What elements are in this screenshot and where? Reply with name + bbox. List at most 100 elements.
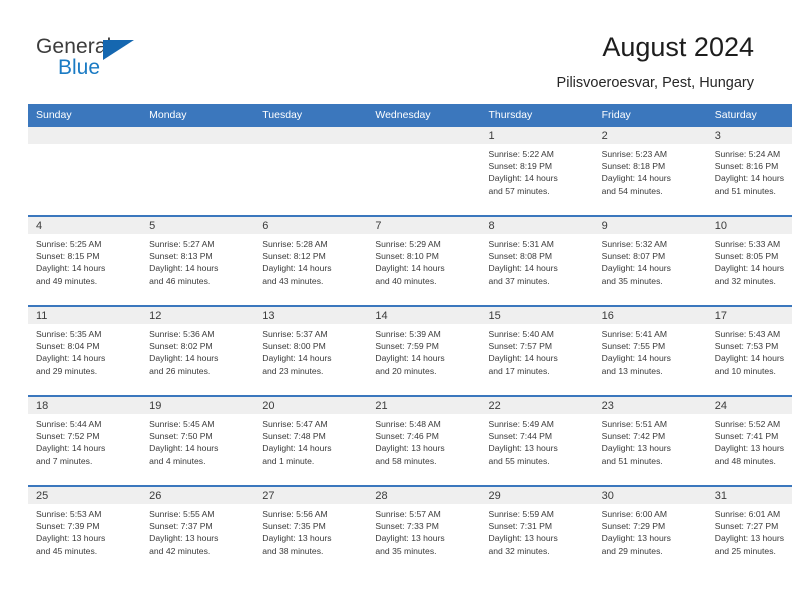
- day-detail: Sunrise: 5:44 AM Sunset: 7:52 PM Daylight:…: [28, 414, 141, 467]
- daylight-duration-line2: and 23 minutes.: [262, 365, 324, 376]
- day-detail: Sunrise: 5:33 AM Sunset: 8:05 PM Daylight:…: [707, 234, 792, 287]
- day-number: 26: [141, 487, 255, 504]
- daylight-duration-line1: Daylight: 14 hours: [714, 263, 785, 274]
- daylight-duration-line1: Daylight: 13 hours: [601, 443, 671, 454]
- calendar-day-cell[interactable]: 31 Sunrise: 6:01 AM Sunset: 7:27 PM Dayligh…: [706, 485, 792, 575]
- day-detail: Sunrise: 5:49 AM Sunset: 7:44 PM Daylight:…: [481, 414, 594, 467]
- day-detail: Sunrise: 5:31 AM Sunset: 8:08 PM Daylight:…: [481, 234, 594, 287]
- sunrise-time: Sunrise: 5:59 AM: [488, 509, 554, 519]
- sunrise-time: Sunrise: 5:40 AM: [488, 329, 554, 339]
- sunset-time: Sunset: 8:13 PM: [149, 251, 213, 262]
- day-detail: Sunrise: 5:53 AM Sunset: 7:39 PM Daylight:…: [28, 504, 141, 557]
- sunset-time: Sunset: 8:07 PM: [601, 251, 666, 262]
- daylight-duration-line1: Daylight: 13 hours: [149, 533, 219, 544]
- sunrise-time: Sunrise: 5:29 AM: [375, 239, 441, 249]
- calendar-day-cell[interactable]: 21 Sunrise: 5:48 AM Sunset: 7:46 PM Dayligh…: [367, 395, 481, 486]
- day-number: 19: [141, 397, 255, 414]
- day-detail: Sunrise: 5:29 AM Sunset: 8:10 PM Daylight:…: [367, 234, 480, 287]
- calendar-day-cell[interactable]: 1 Sunrise: 5:22 AM Sunset: 8:19 PM Daylight…: [480, 127, 594, 216]
- calendar-day-cell[interactable]: 29 Sunrise: 5:59 AM Sunset: 7:31 PM Dayligh…: [480, 485, 594, 575]
- calendar-day-cell[interactable]: 2 Sunrise: 5:23 AM Sunset: 8:18 PM Daylight…: [593, 127, 707, 216]
- calendar-day-cell[interactable]: 14 Sunrise: 5:39 AM Sunset: 7:59 PM Dayligh…: [367, 305, 481, 396]
- calendar-day-cell[interactable]: 11 Sunrise: 5:35 AM Sunset: 8:04 PM Dayligh…: [28, 305, 142, 396]
- daylight-duration-line2: and 49 minutes.: [36, 275, 98, 286]
- daylight-duration-line2: and 25 minutes.: [714, 545, 776, 556]
- calendar-day-cell[interactable]: 8 Sunrise: 5:31 AM Sunset: 8:08 PM Daylight…: [480, 215, 594, 306]
- sunset-time: Sunset: 7:57 PM: [488, 341, 553, 352]
- sunrise-time: Sunrise: 5:52 AM: [714, 419, 781, 429]
- calendar-day-cell[interactable]: 25 Sunrise: 5:53 AM Sunset: 7:39 PM Dayligh…: [28, 485, 142, 575]
- sunrise-time: Sunrise: 5:49 AM: [488, 419, 554, 429]
- day-detail: Sunrise: 5:59 AM Sunset: 7:31 PM Daylight:…: [481, 504, 594, 557]
- sunset-time: Sunset: 7:42 PM: [601, 431, 666, 442]
- calendar-day-cell[interactable]: 16 Sunrise: 5:41 AM Sunset: 7:55 PM Dayligh…: [593, 305, 707, 396]
- calendar-day-cell[interactable]: 28 Sunrise: 5:57 AM Sunset: 7:33 PM Dayligh…: [367, 485, 481, 575]
- calendar-week-row: 18 Sunrise: 5:44 AM Sunset: 7:52 PM Dayligh…: [28, 395, 792, 486]
- calendar-day-cell[interactable]: 4 Sunrise: 5:25 AM Sunset: 8:15 PM Daylight…: [28, 215, 142, 306]
- calendar-day-cell[interactable]: 10 Sunrise: 5:33 AM Sunset: 8:05 PM Dayligh…: [706, 215, 792, 306]
- daylight-duration-line2: and 1 minute.: [262, 455, 315, 466]
- calendar-day-cell[interactable]: 20 Sunrise: 5:47 AM Sunset: 7:48 PM Dayligh…: [254, 395, 368, 486]
- calendar-day-cell[interactable]: 24 Sunrise: 5:52 AM Sunset: 7:41 PM Dayligh…: [706, 395, 792, 486]
- day-number: 30: [593, 487, 707, 504]
- day-number: 5: [141, 217, 255, 234]
- calendar-day-cell[interactable]: 6 Sunrise: 5:28 AM Sunset: 8:12 PM Daylight…: [254, 215, 368, 306]
- daylight-duration-line1: Daylight: 14 hours: [375, 353, 445, 364]
- sunset-time: Sunset: 8:12 PM: [262, 251, 326, 262]
- day-number: 9: [593, 217, 707, 234]
- page-subtitle: Pilisvoeroesvar, Pest, Hungary: [556, 75, 754, 91]
- day-detail: Sunrise: 5:48 AM Sunset: 7:46 PM Daylight:…: [367, 414, 480, 467]
- daylight-duration-line1: Daylight: 14 hours: [36, 443, 106, 454]
- calendar-body: 1 Sunrise: 5:22 AM Sunset: 8:19 PM Daylight…: [28, 127, 792, 575]
- calendar-day-cell[interactable]: 19 Sunrise: 5:45 AM Sunset: 7:50 PM Dayligh…: [141, 395, 255, 486]
- calendar-day-cell[interactable]: 7 Sunrise: 5:29 AM Sunset: 8:10 PM Daylight…: [367, 215, 481, 306]
- calendar-day-cell[interactable]: 27 Sunrise: 5:56 AM Sunset: 7:35 PM Dayligh…: [254, 485, 368, 575]
- daylight-duration-line1: Daylight: 13 hours: [488, 443, 558, 454]
- calendar-day-cell[interactable]: 9 Sunrise: 5:32 AM Sunset: 8:07 PM Daylight…: [593, 215, 707, 306]
- calendar-week-row: 11 Sunrise: 5:35 AM Sunset: 8:04 PM Dayligh…: [28, 305, 792, 396]
- daylight-duration-line1: Daylight: 14 hours: [714, 173, 785, 184]
- day-number: 1: [480, 127, 594, 144]
- calendar-day-cell[interactable]: 26 Sunrise: 5:55 AM Sunset: 7:37 PM Dayligh…: [141, 485, 255, 575]
- calendar-day-cell-empty: [254, 127, 368, 216]
- daylight-duration-line2: and 37 minutes.: [488, 275, 550, 286]
- sunrise-time: Sunrise: 5:39 AM: [375, 329, 441, 339]
- daylight-duration-line2: and 26 minutes.: [149, 365, 211, 376]
- calendar-day-cell[interactable]: 17 Sunrise: 5:43 AM Sunset: 7:53 PM Dayligh…: [706, 305, 792, 396]
- daylight-duration-line1: Daylight: 14 hours: [375, 263, 445, 274]
- weekday-header-wednesday: Wednesday: [367, 104, 481, 127]
- sunrise-time: Sunrise: 6:00 AM: [601, 509, 668, 519]
- daylight-duration-line1: Daylight: 14 hours: [601, 173, 671, 184]
- sunset-time: Sunset: 8:16 PM: [714, 161, 779, 172]
- sunrise-time: Sunrise: 5:47 AM: [262, 419, 328, 429]
- calendar-day-cell[interactable]: 15 Sunrise: 5:40 AM Sunset: 7:57 PM Dayligh…: [480, 305, 594, 396]
- calendar-day-cell[interactable]: 13 Sunrise: 5:37 AM Sunset: 8:00 PM Dayligh…: [254, 305, 368, 396]
- daylight-duration-line1: Daylight: 14 hours: [149, 443, 219, 454]
- calendar-day-cell[interactable]: 12 Sunrise: 5:36 AM Sunset: 8:02 PM Dayligh…: [141, 305, 255, 396]
- calendar-day-cell[interactable]: 5 Sunrise: 5:27 AM Sunset: 8:13 PM Daylight…: [141, 215, 255, 306]
- calendar-day-cell[interactable]: 18 Sunrise: 5:44 AM Sunset: 7:52 PM Dayligh…: [28, 395, 142, 486]
- day-detail: Sunrise: 5:56 AM Sunset: 7:35 PM Daylight:…: [254, 504, 367, 557]
- day-detail: Sunrise: 5:27 AM Sunset: 8:13 PM Daylight:…: [141, 234, 254, 287]
- day-number: 22: [480, 397, 594, 414]
- day-number: 17: [706, 307, 792, 324]
- day-detail: Sunrise: 5:40 AM Sunset: 7:57 PM Daylight:…: [481, 324, 594, 377]
- calendar-day-cell[interactable]: 30 Sunrise: 6:00 AM Sunset: 7:29 PM Dayligh…: [593, 485, 707, 575]
- day-detail: Sunrise: 5:36 AM Sunset: 8:02 PM Daylight:…: [141, 324, 254, 377]
- calendar-day-cell[interactable]: 22 Sunrise: 5:49 AM Sunset: 7:44 PM Dayligh…: [480, 395, 594, 486]
- calendar-header-row: Sunday Monday Tuesday Wednesday Thursday…: [28, 104, 792, 127]
- daylight-duration-line2: and 55 minutes.: [488, 455, 550, 466]
- day-number: 28: [367, 487, 481, 504]
- daylight-duration-line1: Daylight: 14 hours: [262, 353, 332, 364]
- day-number: 14: [367, 307, 481, 324]
- calendar-week-row: 1 Sunrise: 5:22 AM Sunset: 8:19 PM Daylight…: [28, 127, 792, 216]
- sunset-time: Sunset: 8:18 PM: [601, 161, 666, 172]
- sunset-time: Sunset: 8:10 PM: [375, 251, 439, 262]
- brand-logo[interactable]: General Blue: [36, 36, 266, 88]
- calendar-day-cell[interactable]: 23 Sunrise: 5:51 AM Sunset: 7:42 PM Dayligh…: [593, 395, 707, 486]
- sunset-time: Sunset: 7:44 PM: [488, 431, 553, 442]
- brand-name-blue: Blue: [58, 56, 101, 79]
- calendar-day-cell[interactable]: 3 Sunrise: 5:24 AM Sunset: 8:16 PM Daylight…: [706, 127, 792, 216]
- daylight-duration-line2: and 29 minutes.: [601, 545, 663, 556]
- sunset-time: Sunset: 8:08 PM: [488, 251, 553, 262]
